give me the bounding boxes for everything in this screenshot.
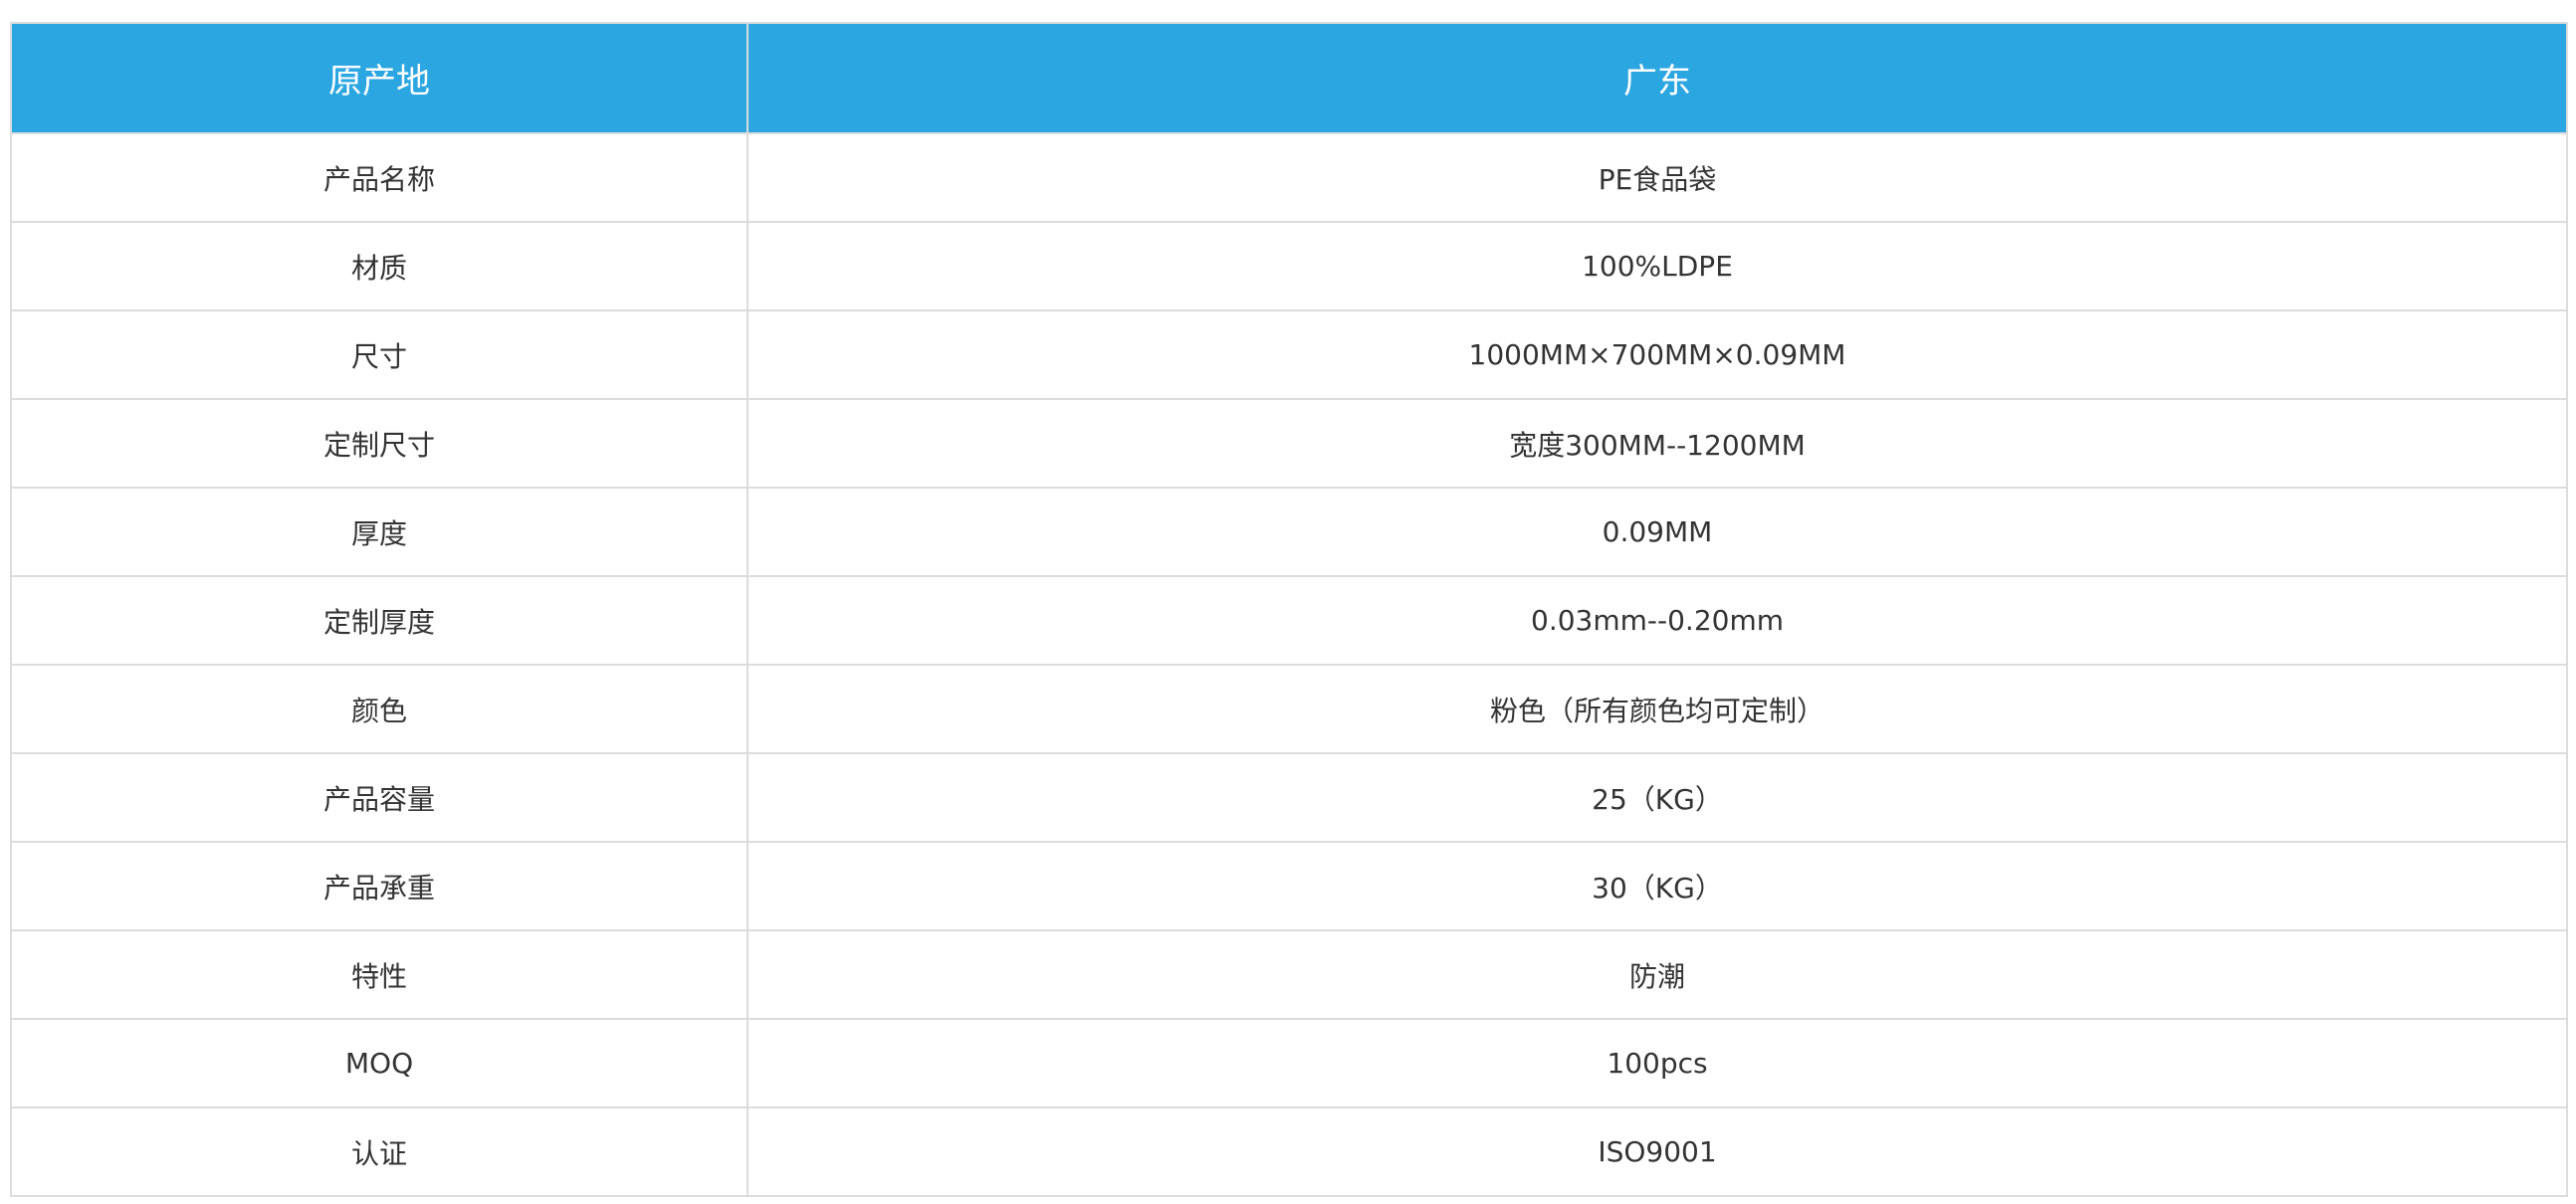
row-label-cell: 产品名称 — [10, 132, 749, 223]
row-value-cell: 防潮 — [747, 929, 2568, 1020]
row-value-cell: 100pcs — [747, 1018, 2568, 1108]
table-header-row: 原产地 广东 — [10, 22, 2568, 134]
row-label-cell: MOQ — [10, 1018, 749, 1108]
table-row: 厚度 0.09MM — [10, 487, 2568, 577]
table-row: 颜色 粉色（所有颜色均可定制） — [10, 664, 2568, 754]
table-row: 产品承重 30（KG） — [10, 841, 2568, 931]
table-row: 产品容量 25（KG） — [10, 752, 2568, 843]
header-value-cell: 广东 — [747, 22, 2568, 134]
table-row: 定制厚度 0.03mm--0.20mm — [10, 575, 2568, 666]
row-label-cell: 厚度 — [10, 487, 749, 577]
row-value-cell: PE食品袋 — [747, 132, 2568, 223]
row-label-cell: 定制尺寸 — [10, 398, 749, 489]
row-value-cell: 0.03mm--0.20mm — [747, 575, 2568, 666]
row-label-cell: 材质 — [10, 221, 749, 311]
row-label-cell: 特性 — [10, 929, 749, 1020]
table-row: MOQ 100pcs — [10, 1018, 2568, 1108]
table-row: 认证 ISO9001 — [10, 1106, 2568, 1197]
table-row: 尺寸 1000MM×700MM×0.09MM — [10, 309, 2568, 400]
row-label-cell: 产品容量 — [10, 752, 749, 843]
table-row: 产品名称 PE食品袋 — [10, 132, 2568, 223]
table-row: 材质 100%LDPE — [10, 221, 2568, 311]
header-label-cell: 原产地 — [10, 22, 749, 134]
row-value-cell: 粉色（所有颜色均可定制） — [747, 664, 2568, 754]
row-value-cell: 宽度300MM--1200MM — [747, 398, 2568, 489]
table-row: 特性 防潮 — [10, 929, 2568, 1020]
product-spec-table: 原产地 广东 产品名称 PE食品袋 材质 100%LDPE 尺寸 1000MM×… — [10, 22, 2568, 1197]
table-row: 定制尺寸 宽度300MM--1200MM — [10, 398, 2568, 489]
row-value-cell: 30（KG） — [747, 841, 2568, 931]
row-label-cell: 尺寸 — [10, 309, 749, 400]
row-value-cell: 0.09MM — [747, 487, 2568, 577]
row-label-cell: 认证 — [10, 1106, 749, 1197]
row-label-cell: 颜色 — [10, 664, 749, 754]
row-label-cell: 产品承重 — [10, 841, 749, 931]
row-value-cell: 100%LDPE — [747, 221, 2568, 311]
row-value-cell: 1000MM×700MM×0.09MM — [747, 309, 2568, 400]
row-label-cell: 定制厚度 — [10, 575, 749, 666]
row-value-cell: 25（KG） — [747, 752, 2568, 843]
row-value-cell: ISO9001 — [747, 1106, 2568, 1197]
